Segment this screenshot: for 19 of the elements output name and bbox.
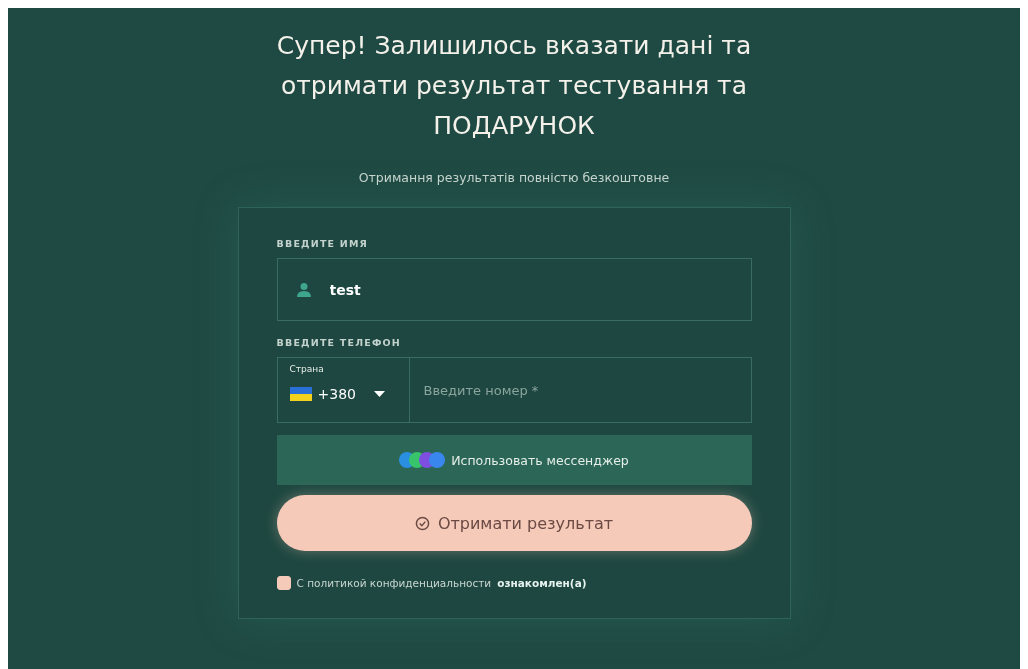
caret-icon	[373, 391, 385, 397]
name-input-field[interactable]: test	[276, 258, 752, 321]
person-icon	[295, 281, 312, 298]
consent-text: С политикой конфиденциальности	[296, 577, 492, 589]
phone-field[interactable]: Страна +380 Введите номер *	[276, 357, 752, 423]
check-circle-icon	[414, 515, 430, 531]
messenger-apps-icon	[399, 452, 446, 468]
submit-button[interactable]: Отримати результат	[276, 495, 752, 551]
messenger-button[interactable]: Использовать мессенджер	[276, 435, 752, 485]
name-input[interactable]: test	[329, 281, 630, 298]
phone-input-field[interactable]: Введите номер *	[409, 358, 751, 422]
consent-checkbox[interactable]	[276, 576, 291, 590]
subheading: Отримання результатів повністю безкоштовне	[358, 170, 670, 185]
privacy-link[interactable]: ознакомлен(а)	[497, 577, 587, 589]
country-select[interactable]: Страна +380	[277, 358, 410, 422]
page-heading: Супер! Залишилось вказати дані та отримати результат тестування та ПОДАРУНОК	[275, 30, 753, 142]
flag-icon	[289, 387, 312, 401]
field-label: ВВЕДИТЕ ИМЯ	[276, 238, 370, 249]
field-label: ВВЕДИТЕ ТЕЛЕФОН	[276, 337, 402, 348]
